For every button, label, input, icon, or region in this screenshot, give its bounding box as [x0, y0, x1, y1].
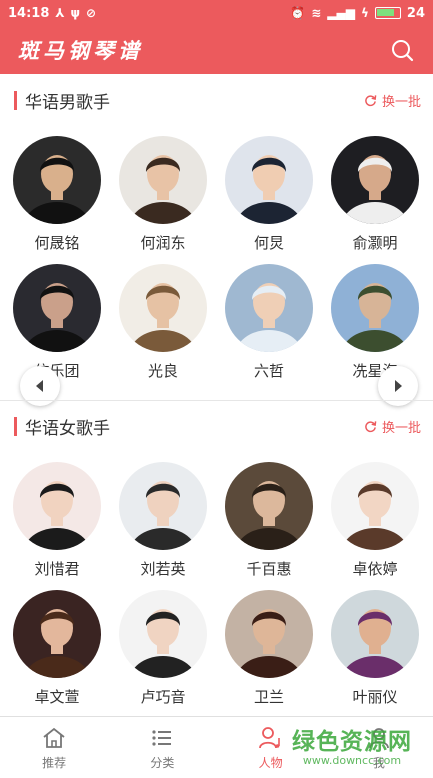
singer-avatar[interactable] [331, 462, 419, 550]
male-singer-card[interactable]: 何润东 [110, 136, 216, 253]
singer-avatar[interactable] [119, 136, 207, 224]
singer-avatar[interactable] [331, 590, 419, 678]
tab-label: 人物 [258, 755, 283, 770]
singer-name[interactable]: 何晟铭 [4, 232, 110, 253]
watermark-sub: www.downcc.com [302, 754, 402, 767]
female-refresh-button[interactable]: 换一批 [364, 417, 421, 436]
status-bar: 14:18 ⅄ ψ ⊘ ⏰ ≋ ▂▄▆ ϟ 24 [0, 0, 433, 26]
alarm-icon: ⏰ [290, 6, 306, 20]
search-button[interactable] [389, 37, 415, 63]
app-header: 斑马钢琴谱 [0, 26, 433, 74]
singer-name[interactable]: 何炅 [216, 232, 322, 253]
charging-icon: ϟ [360, 6, 369, 20]
male-singer-card[interactable]: 俞灏明 [322, 136, 428, 253]
singer-name[interactable]: 卓依婷 [322, 558, 428, 579]
singer-avatar[interactable] [13, 590, 101, 678]
tab-recommend[interactable]: 推荐 [0, 717, 108, 778]
female-singer-card[interactable]: 千百惠 [216, 462, 322, 579]
watermark-main: 绿色资源网 [292, 729, 412, 755]
singer-avatar[interactable] [13, 136, 101, 224]
female-singer-card[interactable]: 卓文萱 [4, 590, 110, 707]
tab-label: 分类 [150, 755, 175, 770]
check-circle-icon: ⊘ [86, 6, 97, 20]
male-singer-card[interactable]: 冼星海 [322, 264, 428, 381]
status-time: 14:18 [8, 5, 50, 21]
home-icon [43, 727, 65, 748]
tab-category[interactable]: 分类 [108, 717, 216, 778]
male-singer-card[interactable]: 六哲 [216, 264, 322, 381]
male-section-header: 华语男歌手 换一批 [0, 80, 433, 120]
female-singer-card[interactable]: 卓依婷 [322, 462, 428, 579]
tab-label: 推荐 [42, 755, 67, 770]
singer-avatar[interactable] [225, 462, 313, 550]
refresh-icon [365, 420, 377, 432]
usb-icon: ψ [70, 6, 81, 20]
singer-name[interactable]: 千百惠 [216, 558, 322, 579]
section-divider [0, 400, 433, 401]
male-singer-card[interactable]: 信乐团 [4, 264, 110, 381]
female-singer-card[interactable]: 刘惜君 [4, 462, 110, 579]
singer-name[interactable]: 刘惜君 [4, 558, 110, 579]
signal-icon: ▂▄▆ [327, 6, 355, 20]
male-singer-card[interactable]: 光良 [110, 264, 216, 381]
singer-avatar[interactable] [331, 264, 419, 352]
singer-name[interactable]: 俞灏明 [322, 232, 428, 253]
singer-name[interactable]: 刘若英 [110, 558, 216, 579]
section-accent-bar [14, 416, 17, 436]
search-icon [392, 40, 414, 62]
female-section-title: 华语女歌手 [25, 418, 110, 439]
battery-icon [374, 7, 401, 19]
female-singer-card[interactable]: 叶丽仪 [322, 590, 428, 707]
chevron-right-icon [395, 380, 402, 392]
refresh-label: 换一批 [381, 420, 421, 436]
refresh-label: 换一批 [381, 94, 421, 110]
singer-avatar[interactable] [119, 462, 207, 550]
wifi-icon: ≋ [311, 6, 322, 20]
battery-level: 24 [406, 5, 425, 21]
notification-icon: ⅄ [55, 6, 65, 20]
singer-avatar[interactable] [225, 590, 313, 678]
singer-avatar[interactable] [225, 136, 313, 224]
singer-avatar[interactable] [225, 264, 313, 352]
section-accent-bar [14, 90, 17, 110]
singer-name[interactable]: 卫兰 [216, 686, 322, 707]
female-singer-card[interactable]: 卫兰 [216, 590, 322, 707]
list-icon [152, 729, 172, 746]
refresh-icon [365, 94, 377, 106]
singer-name[interactable]: 叶丽仪 [322, 686, 428, 707]
chevron-left-icon [36, 380, 43, 392]
singer-name[interactable]: 卢巧音 [110, 686, 216, 707]
singer-name[interactable]: 六哲 [216, 360, 322, 381]
singer-avatar[interactable] [13, 264, 101, 352]
singer-avatar[interactable] [119, 590, 207, 678]
singer-name[interactable]: 光良 [110, 360, 216, 381]
male-refresh-button[interactable]: 换一批 [364, 91, 421, 110]
female-singer-card[interactable]: 刘若英 [110, 462, 216, 579]
person-music-icon [258, 726, 280, 748]
singer-name[interactable]: 何润东 [110, 232, 216, 253]
male-section-title: 华语男歌手 [25, 92, 110, 113]
singer-avatar[interactable] [13, 462, 101, 550]
female-section-header: 华语女歌手 换一批 [0, 406, 433, 446]
singer-avatar[interactable] [119, 264, 207, 352]
male-singer-card[interactable]: 何炅 [216, 136, 322, 253]
watermark: 绿色资源网 www.downcc.com [292, 722, 412, 767]
singer-avatar[interactable] [331, 136, 419, 224]
female-singer-card[interactable]: 卢巧音 [110, 590, 216, 707]
male-singer-card[interactable]: 何晟铭 [4, 136, 110, 253]
app-title: 斑马钢琴谱 [18, 38, 143, 63]
singer-name[interactable]: 卓文萱 [4, 686, 110, 707]
